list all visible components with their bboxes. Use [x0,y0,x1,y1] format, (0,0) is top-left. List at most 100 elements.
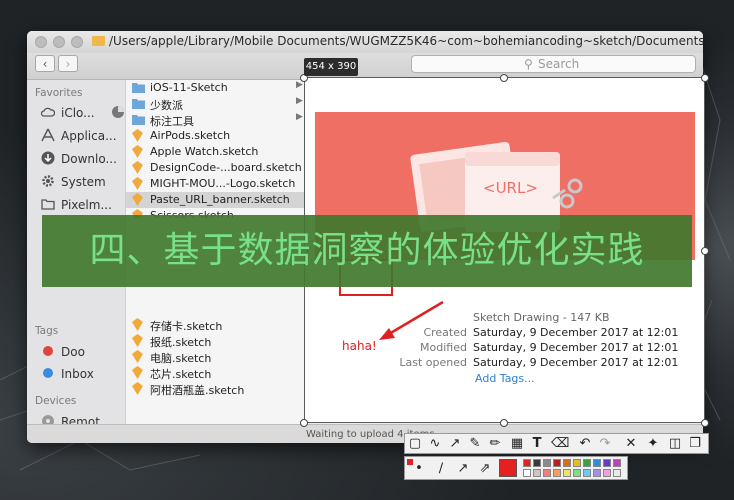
sidebar-item-label: System [61,175,106,189]
red-tag-dot-icon [41,344,55,358]
list-item[interactable]: 阿柑酒瓶盖.sketch [126,381,304,397]
resize-handle-right[interactable] [701,247,709,255]
color-swatch[interactable] [533,459,541,467]
sketch-file-icon [132,334,143,347]
list-item[interactable]: AirPods.sketch [126,128,304,144]
color-swatch[interactable] [603,459,611,467]
sidebar-item-label: Downlo... [61,152,117,166]
color-swatch[interactable] [593,469,601,477]
list-item[interactable]: MIGHT-MOU...-Logo.sketch [126,176,304,192]
resize-handle-top[interactable] [500,74,508,82]
sketch-file-icon [132,318,143,331]
sidebar-tag-doo[interactable]: Doo [41,344,85,359]
sketch-file-icon [132,366,143,379]
list-item[interactable]: 少数派 ▶ [126,96,304,112]
color-swatch[interactable] [523,459,531,467]
resize-handle-bottom-right[interactable] [701,419,709,427]
created-value: Saturday, 9 December 2017 at 12:01 [473,326,679,339]
back-button[interactable]: ‹ [35,55,55,72]
resize-handle-bottom[interactable] [500,419,508,427]
line-style-icon[interactable]: ∕ [433,461,449,477]
mosaic-icon[interactable]: ▦ [509,436,525,452]
sketch-file-icon [132,145,143,158]
list-item[interactable]: DesignCode-...board.sketch [126,160,304,176]
marker-icon[interactable]: ✏ [487,436,503,452]
sidebar-item-label: Inbox [61,367,94,381]
copy-icon[interactable]: ❐ [687,436,703,452]
sketch-file-icon [132,193,143,206]
window-path-title: /Users/apple/Library/Mobile Documents/WU… [109,34,703,48]
color-swatch[interactable] [603,469,611,477]
list-item[interactable]: 存储卡.sketch [126,317,304,333]
pin-icon[interactable]: ✦ [645,436,661,452]
sidebar-item-system[interactable]: System [41,174,106,189]
selected-color-swatch[interactable] [499,459,517,477]
sidebar-item-downloads[interactable]: Downlo... [41,151,117,166]
minimize-window-button[interactable] [53,36,65,48]
search-placeholder: Search [538,57,580,71]
resize-handle-bottom-left[interactable] [300,419,308,427]
list-item[interactable]: Apple Watch.sketch [126,144,304,160]
list-item[interactable]: iOS-11-Sketch ▶ [126,80,304,96]
color-swatch[interactable] [523,469,531,477]
rect-select-icon[interactable]: ▢ [407,436,423,452]
sidebar-item-label: Applica... [61,129,117,143]
folder-icon [132,81,145,94]
sidebar-tag-inbox[interactable]: Inbox [41,366,94,381]
devices-header: Devices [35,395,77,407]
sketch-file-icon [132,129,143,142]
color-swatch[interactable] [543,469,551,477]
eraser-icon[interactable]: ⌫ [551,436,569,452]
download-icon [41,151,55,165]
annotation-toolbar: ▢ ∿ ↗ ✎ ✏ ▦ T ⌫ ↶ ↷ ✕ ✦ ◫ ❐ [404,433,709,454]
arrow-outline-icon[interactable]: ⇗ [477,461,493,477]
resize-handle-top-right[interactable] [701,74,709,82]
color-swatch[interactable] [583,459,591,467]
color-swatch[interactable] [573,469,581,477]
arrow-icon[interactable]: ↗ [447,436,463,452]
stroke-size-icon[interactable]: • [411,461,427,477]
color-swatch[interactable] [583,469,591,477]
modified-label: Modified [420,341,467,354]
annotation-options-bar: • ∕ ↗ ⇗ [404,456,628,480]
color-swatch[interactable] [613,469,621,477]
close-icon[interactable]: ✕ [623,436,639,452]
forward-button[interactable]: › [58,55,78,72]
save-icon[interactable]: ◫ [667,436,683,452]
color-swatch[interactable] [613,459,621,467]
redo-icon[interactable]: ↷ [597,436,613,452]
zoom-window-button[interactable] [71,36,83,48]
color-swatch[interactable] [543,459,551,467]
applications-icon [41,128,55,142]
sketch-file-icon [132,382,143,395]
color-swatch[interactable] [563,469,571,477]
list-item[interactable]: 标注工具 ▶ [126,112,304,128]
sidebar-item-applications[interactable]: Applica... [41,128,117,143]
close-window-button[interactable] [35,36,47,48]
list-item[interactable]: 芯片.sketch [126,365,304,381]
modified-value: Saturday, 9 December 2017 at 12:01 [473,341,679,354]
list-item[interactable]: 电脑.sketch [126,349,304,365]
selection-size-label: 454 x 390 [304,58,358,76]
add-tags-link[interactable]: Add Tags... [475,372,535,385]
list-item-selected[interactable]: Paste_URL_banner.sketch [126,192,304,208]
gear-icon [41,174,55,188]
window-toolbar: ‹ › ⚲ Search [27,53,703,80]
undo-icon[interactable]: ↶ [577,436,593,452]
pencil-icon[interactable]: ✎ [467,436,483,452]
color-swatch[interactable] [593,459,601,467]
folder-icon [132,97,145,110]
sidebar-item-icloud[interactable]: iClo... [40,105,124,120]
color-swatch[interactable] [533,469,541,477]
color-swatch[interactable] [553,469,561,477]
text-tool-icon[interactable]: T [529,436,545,452]
color-swatch[interactable] [553,459,561,467]
arrow-style-icon[interactable]: ↗ [455,461,471,477]
search-field[interactable]: ⚲ Search [411,55,696,73]
sketch-file-icon [132,177,143,190]
freehand-icon[interactable]: ∿ [427,436,443,452]
list-item[interactable]: 报纸.sketch [126,333,304,349]
color-swatch[interactable] [563,459,571,467]
sidebar-item-pixelmator[interactable]: Pixelm... [41,197,112,212]
color-swatch[interactable] [573,459,581,467]
